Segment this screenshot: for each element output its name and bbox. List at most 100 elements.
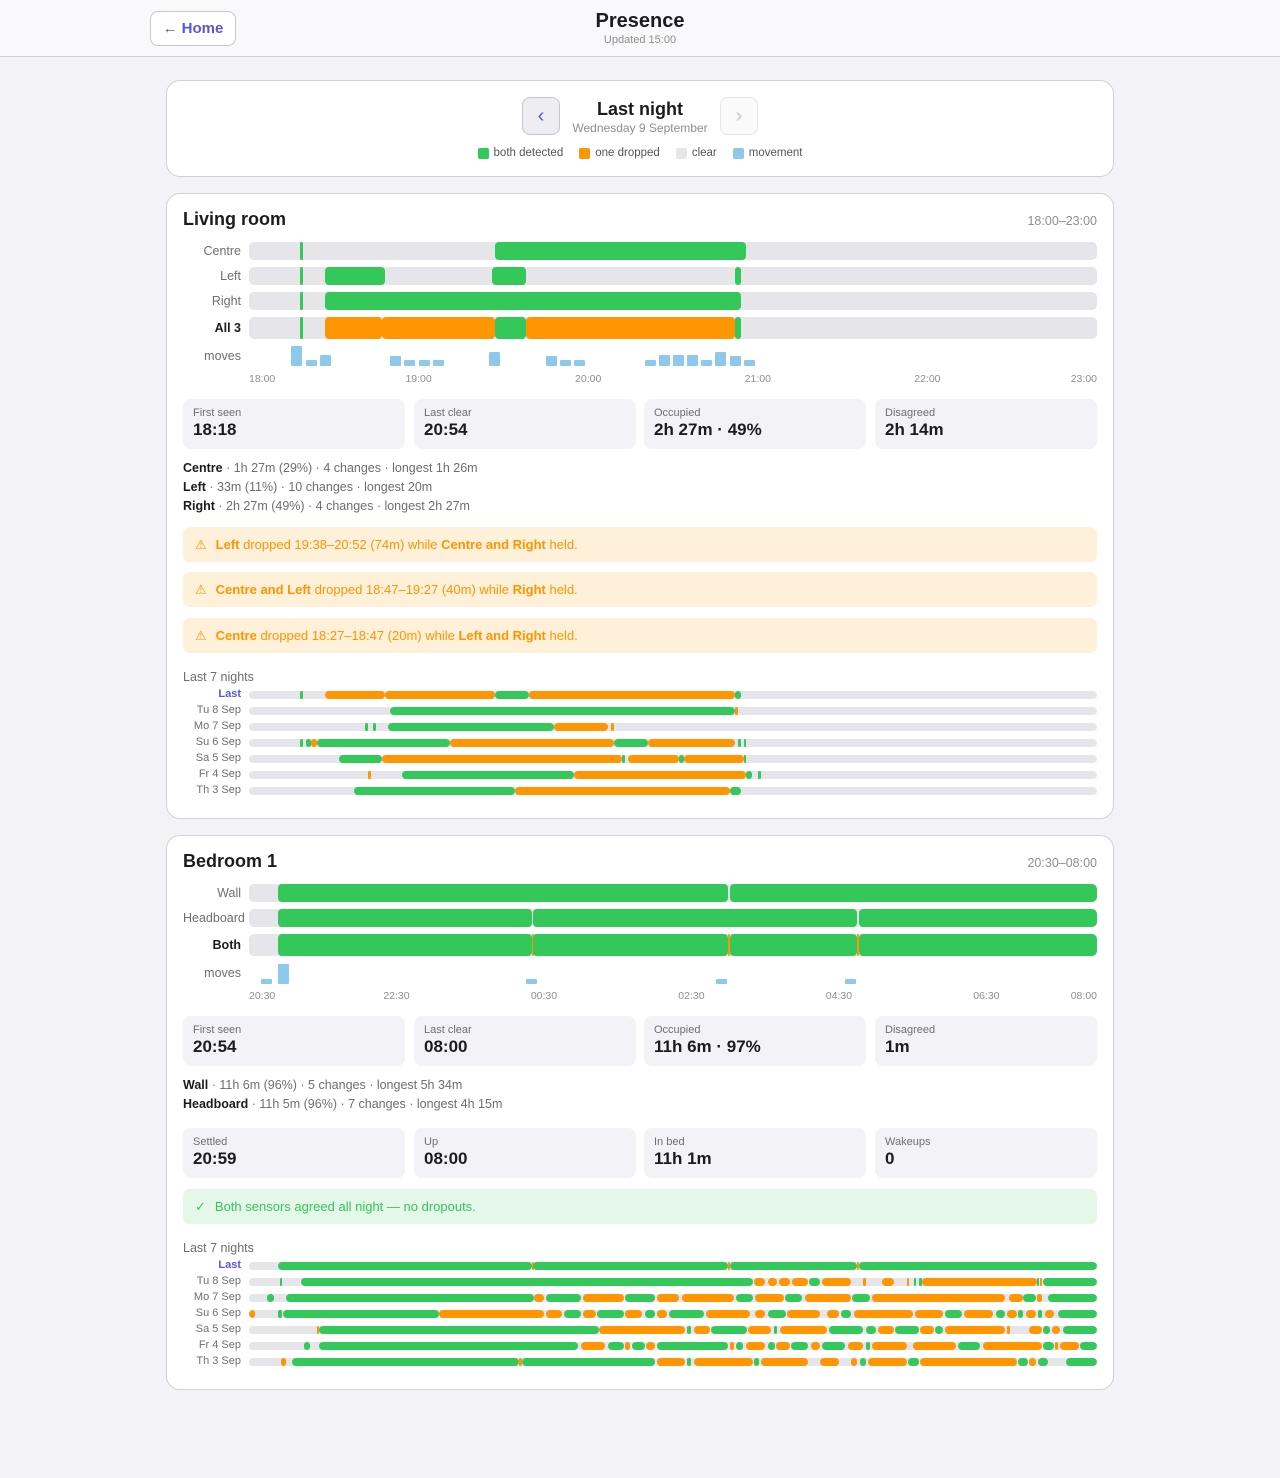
segment-both-detected	[325, 292, 741, 310]
movement-histogram	[249, 962, 1097, 984]
room-title: Bedroom 1	[183, 851, 278, 871]
segment-one-dropped	[580, 1342, 606, 1350]
stat-label: Wakeups	[885, 1136, 931, 1148]
segment-one-dropped	[367, 771, 371, 779]
movement-bar	[715, 352, 727, 366]
segment-both-detected	[934, 1326, 944, 1334]
segment-both-detected	[1023, 1294, 1036, 1302]
night-label[interactable]: Su 6 Sep	[183, 1307, 241, 1319]
night-timeline[interactable]	[249, 787, 1097, 795]
segment-both-detected	[657, 1342, 729, 1350]
stat-occupied: Occupied 2h 27m · 49%	[644, 399, 866, 449]
night-label[interactable]: Fr 4 Sep	[183, 768, 241, 780]
night-label[interactable]: Mo 7 Sep	[183, 720, 241, 732]
movement-bar	[261, 979, 273, 984]
segment-both-detected	[829, 1326, 864, 1334]
segment-one-dropped	[311, 739, 317, 747]
segment-one-dropped	[792, 1278, 809, 1286]
sensor-row-label: Both	[212, 938, 241, 952]
segment-both-detected	[865, 1342, 870, 1350]
movement-histogram	[249, 344, 1097, 366]
segment-one-dropped	[872, 1294, 1005, 1302]
alert-text: Centre and Left dropped 18:47–19:27 (40m…	[215, 582, 578, 597]
segment-one-dropped	[625, 1342, 630, 1350]
night-timeline[interactable]	[249, 691, 1097, 699]
night-timeline[interactable]	[249, 707, 1097, 715]
night-timeline[interactable]	[249, 1278, 1097, 1286]
segment-both-detected	[622, 755, 625, 763]
night-label[interactable]: Last	[183, 688, 241, 700]
segment-both-detected	[913, 1278, 917, 1286]
segment-one-dropped	[381, 317, 495, 339]
night-label[interactable]: Tu 8 Sep	[183, 704, 241, 716]
week-title: Last 7 nights	[183, 670, 254, 684]
segment-one-dropped	[872, 1342, 907, 1350]
night-timeline[interactable]	[249, 1342, 1097, 1350]
segment-both-detected	[743, 739, 747, 747]
segment-one-dropped	[826, 1310, 839, 1318]
movement-bar	[489, 352, 501, 366]
segment-one-dropped	[906, 1278, 909, 1286]
night-label[interactable]: Sa 5 Sep	[183, 752, 241, 764]
segment-both-detected	[279, 1278, 283, 1286]
segment-both-detected	[300, 1278, 753, 1286]
segment-both-detected	[790, 1342, 809, 1350]
movement-bar	[716, 979, 727, 984]
night-timeline[interactable]	[249, 1310, 1097, 1318]
segment-one-dropped	[1045, 1310, 1054, 1318]
night-label[interactable]: Su 6 Sep	[183, 736, 241, 748]
segment-both-detected	[494, 317, 526, 339]
night-label[interactable]: Fr 4 Sep	[183, 1339, 241, 1351]
stat-label: Last clear	[424, 1024, 472, 1036]
legend-label: movement	[748, 147, 803, 159]
segment-both-detected	[278, 934, 532, 956]
segment-one-dropped	[546, 1310, 563, 1318]
night-label[interactable]: Th 3 Sep	[183, 784, 241, 796]
stat-value: 2h 27m · 49%	[654, 420, 762, 439]
stat-disagreed: Disagreed 1m	[875, 1016, 1097, 1066]
moves-label: moves	[204, 966, 241, 980]
stat-value: 20:54	[424, 420, 468, 439]
segment-both-detected	[686, 1326, 692, 1334]
night-timeline[interactable]	[249, 771, 1097, 779]
night-label[interactable]: Last	[183, 1259, 241, 1271]
segment-one-dropped	[1025, 1310, 1036, 1318]
sensor-row-label: Headboard	[183, 911, 245, 925]
night-timeline[interactable]	[249, 723, 1097, 731]
night-timeline[interactable]	[249, 755, 1097, 763]
segment-one-dropped	[657, 1294, 680, 1302]
next-night-button[interactable]: ›	[720, 97, 758, 135]
sensor-detail: Left · 33m (11%) · 10 changes · longest …	[183, 480, 433, 494]
night-label[interactable]: Th 3 Sep	[183, 1355, 241, 1367]
night-timeline[interactable]	[249, 1294, 1097, 1302]
segment-both-detected	[1036, 1278, 1040, 1286]
night-label[interactable]: Tu 8 Sep	[183, 1275, 241, 1287]
night-timeline[interactable]	[249, 1262, 1097, 1270]
segment-one-dropped	[325, 317, 382, 339]
segment-both-detected	[1018, 1358, 1029, 1366]
night-date: Wednesday 9 September	[572, 121, 708, 135]
segment-both-detected	[1079, 1342, 1097, 1350]
night-timeline[interactable]	[249, 1358, 1097, 1366]
segment-both-detected	[767, 1310, 787, 1318]
segment-both-detected	[809, 1278, 821, 1286]
night-timeline[interactable]	[249, 1326, 1097, 1334]
sensor-detail: Wall · 11h 6m (96%) · 5 changes · longes…	[183, 1078, 463, 1092]
segment-both-detected	[735, 1294, 753, 1302]
segment-both-detected	[339, 755, 382, 763]
segment-one-dropped	[755, 1310, 766, 1318]
segment-both-detected	[364, 723, 368, 731]
legend-item: one dropped	[579, 147, 660, 159]
legend-item: clear	[675, 147, 717, 159]
segment-one-dropped	[706, 1310, 751, 1318]
segment-both-detected	[596, 1310, 624, 1318]
segment-one-dropped	[922, 1278, 1037, 1286]
night-label[interactable]: Mo 7 Sep	[183, 1291, 241, 1303]
night-label[interactable]: Sa 5 Sep	[183, 1323, 241, 1335]
segment-one-dropped	[610, 723, 614, 731]
segment-one-dropped	[1060, 1342, 1079, 1350]
segment-both-detected	[858, 1262, 1097, 1270]
segment-one-dropped	[534, 1294, 544, 1302]
segment-one-dropped	[944, 1326, 1005, 1334]
night-timeline[interactable]	[249, 739, 1097, 747]
